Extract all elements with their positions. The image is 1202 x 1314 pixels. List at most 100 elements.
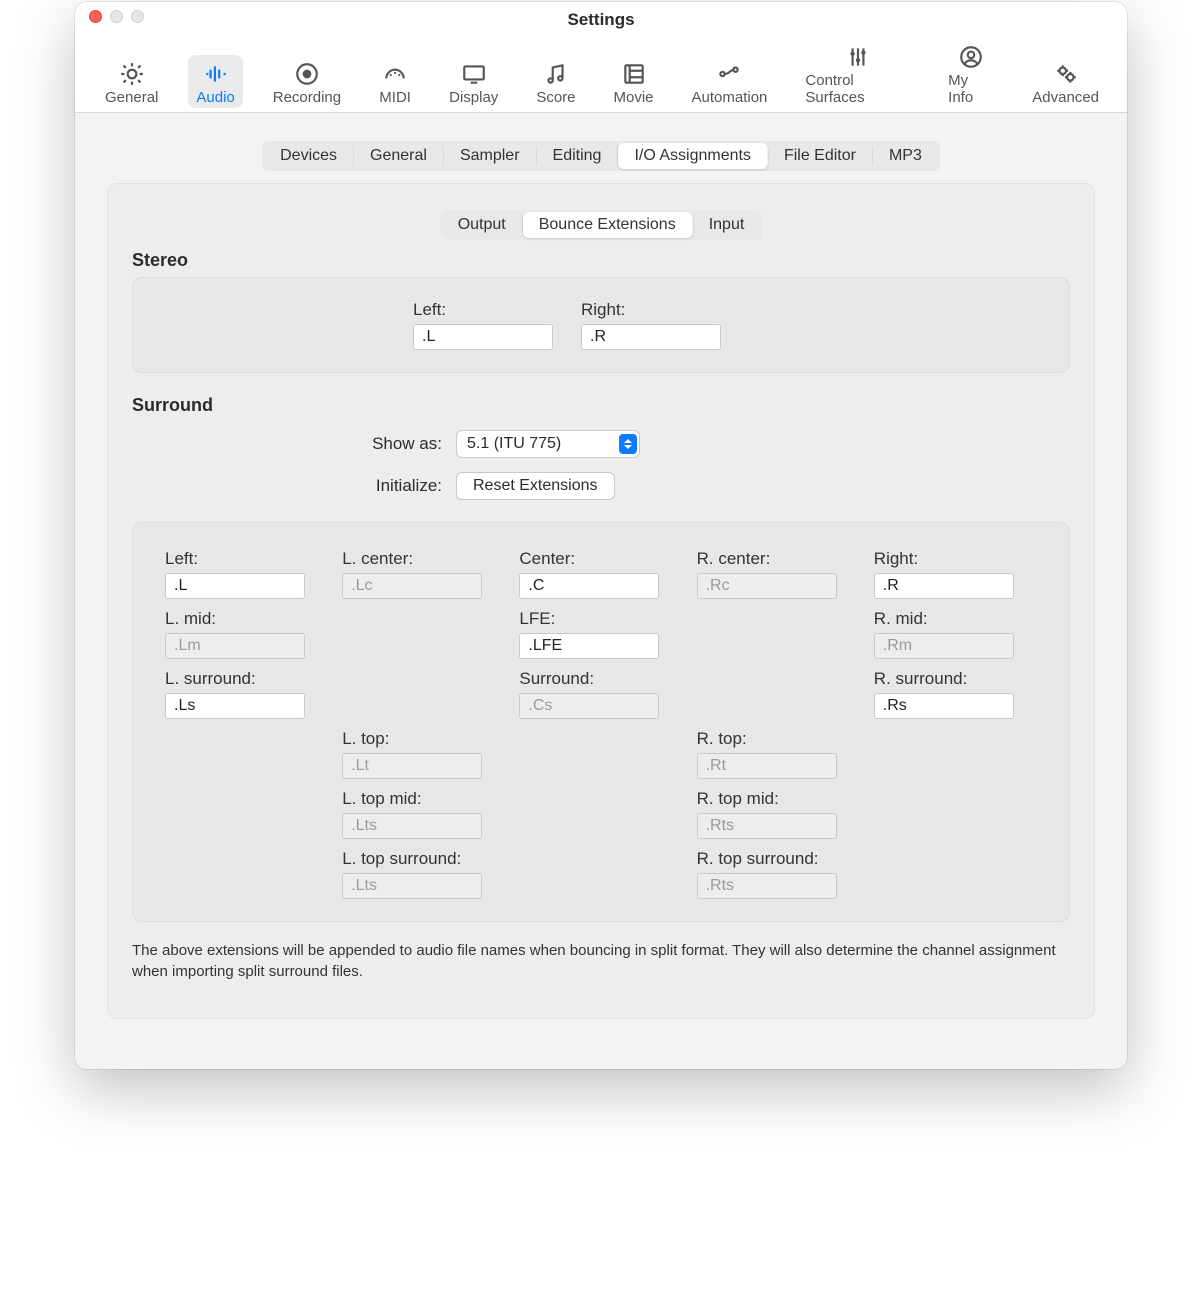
toolbar-item-audio[interactable]: Audio (188, 55, 242, 108)
surround-field-r-surround: R. surround: (874, 669, 1037, 719)
toolbar-item-midi[interactable]: MIDI (371, 55, 419, 108)
tab-i-o-assignments[interactable]: I/O Assignments (618, 143, 768, 169)
surround-label-l-top-surround: L. top surround: (342, 849, 505, 869)
surround-field-lfe: LFE: (519, 609, 682, 659)
minimize-window-button[interactable] (110, 10, 123, 23)
midi-gauge-icon (379, 61, 411, 87)
stereo-left-input[interactable] (413, 324, 553, 350)
surround-label-r-top-surround: R. top surround: (697, 849, 860, 869)
content-pane: DevicesGeneralSamplerEditingI/O Assignme… (75, 113, 1127, 1069)
surround-input-lfe[interactable] (519, 633, 659, 659)
gear-icon (116, 61, 148, 87)
surround-label-l-mid: L. mid: (165, 609, 328, 629)
toolbar-item-movie[interactable]: Movie (606, 55, 662, 108)
sliders-icon (842, 44, 874, 70)
surround-label-r-top-mid: R. top mid: (697, 789, 860, 809)
surround-field-right: Right: (874, 549, 1037, 599)
surround-label-l-surround: L. surround: (165, 669, 328, 689)
surround-input-r-top-surround (697, 873, 837, 899)
surround-label-left: Left: (165, 549, 328, 569)
toolbar-item-automation[interactable]: Automation (684, 55, 776, 108)
surround-input-surround (519, 693, 659, 719)
surround-label-surround: Surround: (519, 669, 682, 689)
subtab-bounce-extensions[interactable]: Bounce Extensions (523, 212, 693, 238)
surround-input-r-center (697, 573, 837, 599)
toolbar-item-score[interactable]: Score (528, 55, 583, 108)
toolbar-item-control-surfaces[interactable]: Control Surfaces (797, 38, 918, 108)
surround-field-r-center: R. center: (697, 549, 860, 599)
gears-icon (1050, 61, 1082, 87)
tab-devices[interactable]: Devices (264, 143, 354, 169)
tab-general[interactable]: General (354, 143, 444, 169)
surround-input-r-top-mid (697, 813, 837, 839)
surround-input-l-mid (165, 633, 305, 659)
surround-field-l-center: L. center: (342, 549, 505, 599)
footer-note: The above extensions will be appended to… (132, 940, 1070, 982)
toolbar-item-display[interactable]: Display (441, 55, 506, 108)
audio-subtabs: DevicesGeneralSamplerEditingI/O Assignme… (107, 141, 1095, 171)
surround-field-l-top: L. top: (342, 729, 505, 779)
toolbar-item-my-info[interactable]: My Info (940, 38, 1002, 108)
surround-label-r-surround: R. surround: (874, 669, 1037, 689)
close-window-button[interactable] (89, 10, 102, 23)
stereo-left-label: Left: (413, 300, 553, 320)
audio-waveform-icon (200, 61, 232, 87)
subtab-output[interactable]: Output (442, 212, 523, 238)
chevron-updown-icon (619, 434, 637, 454)
window-controls (89, 10, 144, 23)
stereo-heading: Stereo (132, 250, 1070, 271)
titlebar: Settings (75, 2, 1127, 32)
stereo-right-label: Right: (581, 300, 721, 320)
surround-label-center: Center: (519, 549, 682, 569)
surround-label-r-top: R. top: (697, 729, 860, 749)
surround-input-r-mid (874, 633, 1014, 659)
subtab-input[interactable]: Input (693, 212, 761, 238)
surround-label-l-top-mid: L. top mid: (342, 789, 505, 809)
surround-field-r-top-mid: R. top mid: (697, 789, 860, 839)
surround-label-lfe: LFE: (519, 609, 682, 629)
tab-editing[interactable]: Editing (537, 143, 619, 169)
surround-input-left[interactable] (165, 573, 305, 599)
surround-heading: Surround (132, 395, 1070, 416)
surround-field-l-top-mid: L. top mid: (342, 789, 505, 839)
tab-sampler[interactable]: Sampler (444, 143, 537, 169)
surround-input-center[interactable] (519, 573, 659, 599)
tab-file-editor[interactable]: File Editor (768, 143, 873, 169)
surround-input-l-center (342, 573, 482, 599)
surround-label-l-center: L. center: (342, 549, 505, 569)
toolbar: General Audio Recording MIDI Display Score Mov… (75, 32, 1127, 113)
initialize-label: Initialize: (342, 476, 442, 496)
surround-input-l-surround[interactable] (165, 693, 305, 719)
toolbar-item-recording[interactable]: Recording (265, 55, 349, 108)
tab-mp3[interactable]: MP3 (873, 143, 938, 169)
toolbar-item-general[interactable]: General (97, 55, 166, 108)
surround-input-l-top-mid (342, 813, 482, 839)
io-subtabs: OutputBounce ExtensionsInput (132, 210, 1070, 240)
user-circle-icon (955, 44, 987, 70)
surround-label-right: Right: (874, 549, 1037, 569)
surround-label-l-top: L. top: (342, 729, 505, 749)
surround-field-l-mid: L. mid: (165, 609, 328, 659)
show-as-value: 5.1 (ITU 775) (467, 435, 561, 453)
settings-window: Settings General Audio Recording MIDI Displa… (75, 2, 1127, 1069)
reset-extensions-button[interactable]: Reset Extensions (456, 472, 615, 500)
surround-field-r-top-surround: R. top surround: (697, 849, 860, 899)
surround-field-center: Center: (519, 549, 682, 599)
surround-label-r-center: R. center: (697, 549, 860, 569)
surround-field-left: Left: (165, 549, 328, 599)
toolbar-item-advanced[interactable]: Advanced (1024, 55, 1107, 108)
stereo-right-input[interactable] (581, 324, 721, 350)
surround-input-r-surround[interactable] (874, 693, 1014, 719)
surround-field-surround: Surround: (519, 669, 682, 719)
surround-grid-panel: Left: L. center: Center: R. center: Right: L.… (132, 522, 1070, 922)
surround-input-r-top (697, 753, 837, 779)
zoom-window-button[interactable] (131, 10, 144, 23)
surround-input-right[interactable] (874, 573, 1014, 599)
show-as-label: Show as: (342, 434, 442, 454)
surround-field-r-top: R. top: (697, 729, 860, 779)
surround-field-l-top-surround: L. top surround: (342, 849, 505, 899)
display-icon (458, 61, 490, 87)
score-notes-icon (540, 61, 572, 87)
surround-field-r-mid: R. mid: (874, 609, 1037, 659)
show-as-select[interactable]: 5.1 (ITU 775) (456, 430, 640, 458)
